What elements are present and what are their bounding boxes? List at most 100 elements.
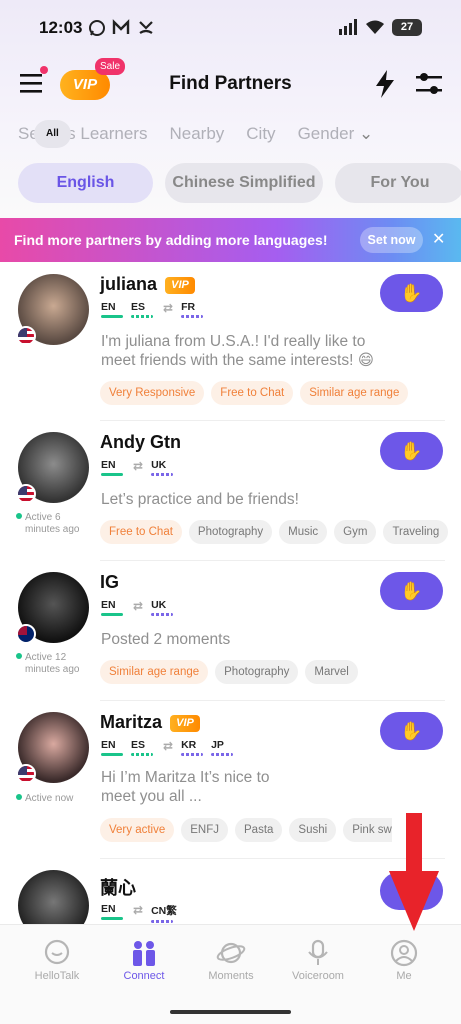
nav-label: Voiceroom (292, 970, 344, 982)
nav-hellotalk[interactable]: HelloTalk (11, 925, 103, 995)
native-language: EN (101, 459, 123, 476)
user-name: 蘭心 (100, 878, 136, 898)
avatar[interactable] (18, 870, 89, 924)
wave-hand-icon: ✋ (400, 440, 423, 461)
nav-label: Connect (123, 970, 165, 982)
sale-label: Sale (100, 61, 121, 72)
tag: Traveling (383, 520, 449, 544)
nav-me[interactable]: Me (358, 925, 450, 995)
wave-button[interactable]: ✋ (380, 572, 443, 610)
active-status-text: Active 12 minutes ago (25, 652, 80, 675)
nav-label: Moments (208, 970, 254, 982)
tag: Sushi (289, 818, 337, 842)
tab-all[interactable]: All (34, 120, 71, 148)
tab-nearby[interactable]: Nearby (169, 124, 224, 144)
au-flag-icon (16, 624, 36, 644)
lang-code: UK (151, 599, 167, 611)
active-status: Active 12 minutes ago (16, 652, 97, 676)
language-chips: English Chinese Simplified For You (18, 163, 461, 203)
user-card[interactable]: juliana VIP EN ES ⇄ FR I'm juliana from U… (0, 262, 461, 405)
battery-icon: 27 (392, 19, 422, 36)
tab-gender[interactable]: Gender ⌄ (298, 124, 374, 144)
tag: Gym (334, 520, 377, 544)
signal-icon (339, 19, 357, 35)
native-language: EN (101, 739, 123, 756)
active-status: Active 6 minutes ago (16, 512, 97, 536)
filter-tabs: All Serious Learners Nearby City Gender … (18, 116, 395, 152)
learning-language: UK (151, 459, 174, 476)
nav-label: Me (396, 970, 412, 982)
wave-button[interactable]: ✋ (380, 274, 443, 312)
language-row: EN ES ⇄ FR (101, 301, 211, 318)
chevron-down-icon: ⌄ (359, 124, 374, 143)
native-language: ES (131, 301, 153, 318)
us-flag-icon (16, 326, 36, 346)
wifi-icon (366, 20, 384, 34)
learning-language: FR (181, 301, 204, 318)
user-name: IG (100, 572, 120, 592)
lang-code: ES (131, 739, 146, 751)
set-now-button[interactable]: Set now (360, 227, 423, 253)
language-row: EN ⇄ UK (101, 599, 181, 616)
user-card[interactable]: Active 12 minutes ago IG EN ⇄ UK Posted … (0, 560, 461, 700)
user-name: Maritza VIP (100, 712, 201, 733)
user-name-text: juliana (100, 274, 158, 294)
tag: Photography (215, 660, 299, 684)
chat-bubble-icon (44, 939, 70, 965)
chip-for-you[interactable]: For You (335, 163, 461, 203)
tag: Pink swea (343, 818, 392, 842)
lang-code: KR (181, 739, 197, 751)
tag-list: Similar age range Photography Marvel (100, 660, 365, 684)
close-icon[interactable]: ✕ (432, 229, 445, 249)
tag-list: Very Responsive Free to Chat Similar age… (100, 381, 415, 405)
microphone-icon (308, 939, 328, 965)
lang-code: EN (101, 459, 116, 471)
wave-hand-icon: ✋ (400, 720, 423, 741)
language-row: EN ES ⇄ KR JP (101, 739, 241, 756)
wave-button[interactable]: ✋ (380, 432, 443, 470)
tag: Very active (100, 818, 175, 842)
us-flag-icon (16, 484, 36, 504)
learning-language: KR (181, 739, 204, 756)
tab-city[interactable]: City (246, 124, 275, 144)
bottom-nav: HelloTalk Connect Moments Voiceroom Me (0, 924, 461, 1024)
planet-icon (216, 942, 246, 964)
wave-button[interactable]: ✋ (380, 712, 443, 750)
native-language: EN (101, 599, 123, 616)
tag: Photography (188, 520, 273, 544)
user-name: Andy Gtn (100, 432, 181, 452)
gmail-icon (112, 19, 130, 34)
exchange-icon: ⇄ (163, 739, 174, 753)
wave-hand-icon: ✋ (400, 580, 423, 601)
lang-code: EN (101, 599, 116, 611)
native-language: EN (101, 301, 123, 318)
vip-badge: VIP (165, 277, 196, 294)
filter-icon[interactable] (416, 72, 442, 96)
user-card[interactable]: Active 6 minutes ago Andy Gtn EN ⇄ UK Le… (0, 420, 461, 560)
language-row: EN ⇄ UK (101, 459, 181, 476)
active-status-text: Active 6 minutes ago (25, 512, 80, 535)
chip-english[interactable]: English (18, 163, 153, 203)
lang-code: UK (151, 459, 167, 471)
lightning-icon[interactable] (374, 70, 396, 98)
nav-moments[interactable]: Moments (185, 925, 277, 995)
lang-code: FR (181, 301, 196, 313)
wave-hand-icon: ✋ (400, 282, 423, 303)
status-bar: 12:03 27 (0, 0, 461, 58)
battery-level: 27 (400, 21, 414, 33)
user-bio: I'm juliana from U.S.A.! I'd really like… (101, 333, 374, 369)
nav-voiceroom[interactable]: Voiceroom (272, 925, 364, 995)
nav-connect[interactable]: Connect (98, 925, 190, 995)
learning-language: JP (211, 739, 234, 756)
home-indicator (170, 1010, 291, 1014)
red-arrow-annotation (389, 813, 439, 931)
tag: Marvel (305, 660, 358, 684)
banner-text: Find more partners by adding more langua… (14, 232, 328, 248)
learning-language: UK (151, 599, 174, 616)
chip-chinese-simplified[interactable]: Chinese Simplified (165, 163, 323, 203)
lang-code: ES (131, 301, 146, 313)
tag: Music (279, 520, 328, 544)
exchange-icon: ⇄ (133, 459, 144, 473)
user-bio: Let’s practice and be friends! (101, 491, 299, 508)
missed-call-icon (139, 21, 153, 34)
